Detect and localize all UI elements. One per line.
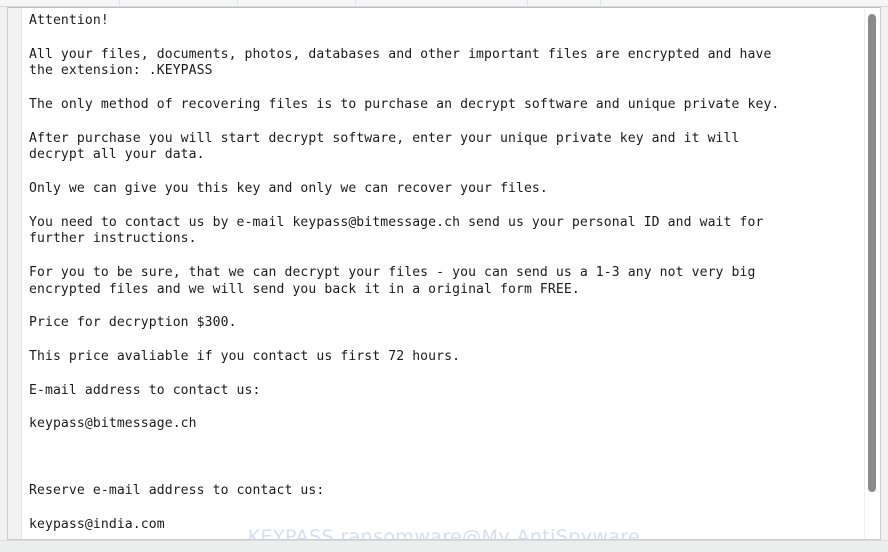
vertical-scrollbar-thumb[interactable] xyxy=(868,14,876,492)
note-blank-line xyxy=(29,198,864,215)
note-line: Only we can give you this key and only w… xyxy=(29,180,548,196)
bottom-status-strip xyxy=(0,540,888,552)
ransom-note-text[interactable]: Attention! All your files, documents, ph… xyxy=(23,8,864,539)
toolbar-separator xyxy=(355,0,356,7)
application-root: Attention! All your files, documents, ph… xyxy=(0,0,888,552)
note-line: After purchase you will start decrypt so… xyxy=(29,130,740,146)
note-line: encrypted files and we will send you bac… xyxy=(29,281,580,297)
note-blank-line xyxy=(29,30,864,47)
note-blank-line xyxy=(29,500,864,517)
note-blank-line xyxy=(29,366,864,383)
note-blank-line xyxy=(29,332,864,349)
toolbar-separator xyxy=(600,0,601,7)
note-line: the extension: .KEYPASS xyxy=(29,63,213,79)
top-toolbar-strip xyxy=(0,0,888,7)
note-blank-line xyxy=(29,433,864,450)
note-blank-line xyxy=(29,114,864,131)
note-line: The only method of recovering files is t… xyxy=(29,96,780,112)
note-line: E-mail address to contact us: xyxy=(29,382,261,398)
note-line: Price for decryption $300. xyxy=(29,315,237,331)
note-line: keypass@bitmessage.ch xyxy=(29,416,197,432)
editor-gutter xyxy=(8,8,22,539)
note-blank-line xyxy=(29,467,864,484)
note-line: Reserve e-mail address to contact us: xyxy=(29,483,325,499)
ransom-note-window: Attention! All your files, documents, ph… xyxy=(7,7,881,540)
note-blank-line xyxy=(29,164,864,181)
note-blank-line xyxy=(29,80,864,97)
toolbar-separator xyxy=(237,0,238,7)
toolbar-separator xyxy=(527,0,528,7)
note-line: All your files, documents, photos, datab… xyxy=(29,46,772,62)
note-line: For you to be sure, that we can decrypt … xyxy=(29,264,756,280)
note-blank-line xyxy=(29,450,864,467)
vertical-scrollbar-track[interactable] xyxy=(864,9,879,538)
note-line: further instructions. xyxy=(29,231,197,247)
note-line: Attention! xyxy=(29,13,109,28)
note-line: decrypt all your data. xyxy=(29,147,205,163)
note-blank-line xyxy=(29,399,864,416)
note-line: You need to contact us by e-mail keypass… xyxy=(29,214,764,230)
note-blank-line xyxy=(29,248,864,265)
toolbar-separator xyxy=(119,0,120,7)
note-line: This price avaliable if you contact us f… xyxy=(29,348,461,364)
note-line: keypass@india.com xyxy=(29,516,165,532)
note-blank-line xyxy=(29,299,864,316)
